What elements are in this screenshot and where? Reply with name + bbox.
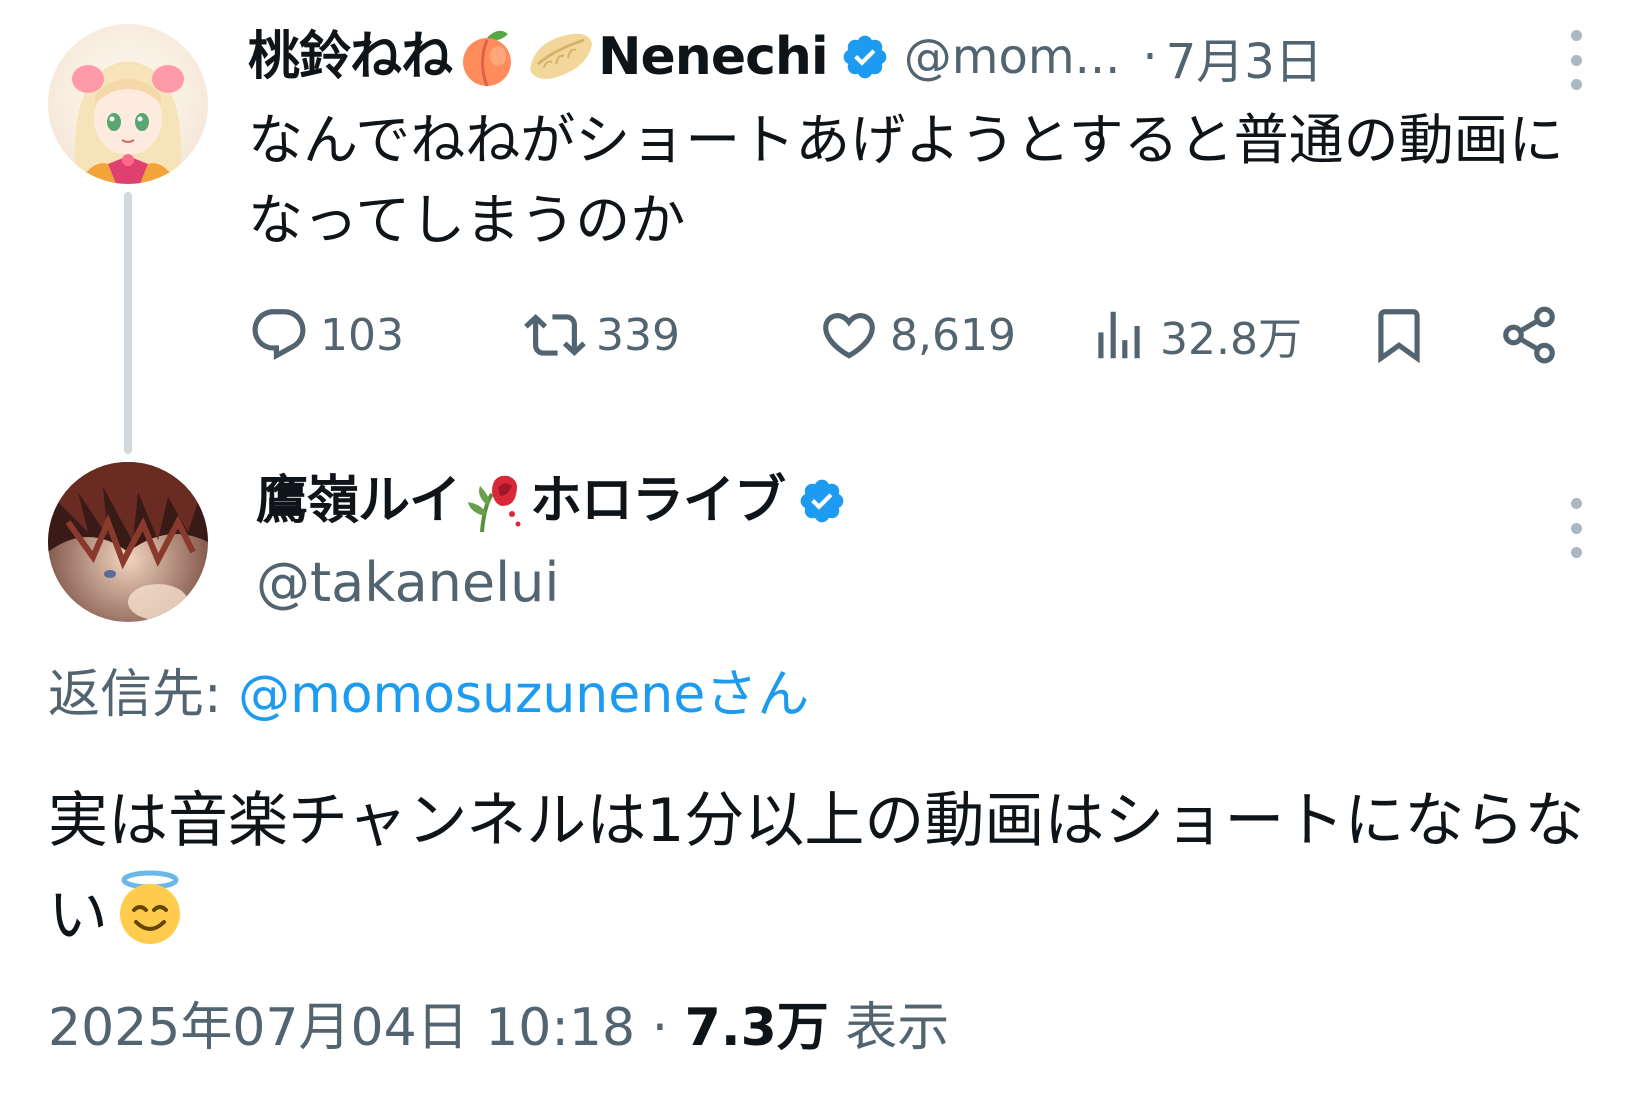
wilted-rose-emoji	[462, 466, 528, 536]
heart-icon	[818, 304, 880, 366]
peach-emoji	[454, 24, 520, 90]
tweet-thread: 桃鈴ねね Nenechi @mom... · 7月3日 なんでねねがショートあげ…	[0, 0, 1644, 1106]
retweet-button[interactable]: 339	[524, 300, 680, 370]
views-count: 32.8万	[1160, 314, 1302, 365]
tweet2-text-block: 実は音楽チャンネルは1分以上の動画はショートにならない	[48, 774, 1608, 963]
verified-badge-icon	[840, 32, 890, 82]
more-options-icon[interactable]	[1566, 498, 1586, 558]
avatar-takanelui[interactable]	[48, 462, 208, 622]
tweet1-handle[interactable]: @mom...	[904, 29, 1121, 85]
tweet1-date[interactable]: 7月3日	[1166, 22, 1323, 92]
tweet1-text: なんでねねがショートあげようとすると普通の動画になってしまうのか	[248, 108, 1564, 252]
avatar-nene[interactable]	[48, 24, 208, 184]
thread-connector-line	[124, 192, 132, 454]
retweet-count: 339	[596, 309, 680, 361]
reply-count: 103	[320, 309, 404, 361]
smiling-face-with-halo-emoji	[110, 868, 190, 948]
tweet2-display-name-suffix[interactable]: ホロライブ	[530, 466, 786, 536]
tweet2-text: 実は音楽チャンネルは1分以上の動画はショートにならない	[48, 786, 1585, 951]
tweet2-name-row: 鷹嶺ルイ ホロライブ	[256, 462, 847, 540]
tweet2-timestamp-row: 2025年07月04日 10:18 · 7.3万 表示	[48, 990, 949, 1066]
tweet1-action-bar: 103 339 8,619 32.8万	[248, 300, 1578, 370]
views-bar-chart-icon	[1088, 304, 1150, 366]
verified-badge-icon	[797, 476, 847, 526]
like-count: 8,619	[890, 309, 1016, 361]
views-button[interactable]: 32.8万	[1088, 300, 1302, 370]
reply-to-label: 返信先:	[48, 665, 239, 725]
reply-icon	[248, 304, 310, 366]
tweet1-display-name-suffix[interactable]: Nenechi	[598, 22, 829, 92]
timestamp-separator: ·	[635, 998, 685, 1058]
like-button[interactable]: 8,619	[818, 300, 1016, 370]
share-icon	[1498, 304, 1560, 366]
share-button[interactable]	[1498, 300, 1560, 370]
header-separator: ·	[1142, 29, 1158, 85]
retweet-icon	[524, 304, 586, 366]
tweet2-views-label: 表示	[828, 998, 950, 1058]
tweet1-display-name[interactable]: 桃鈴ねね	[248, 22, 453, 92]
reply-to-line: 返信先: @momosuzuneneさん	[48, 660, 809, 730]
bookmark-icon	[1368, 304, 1430, 366]
dumpling-emoji	[524, 24, 596, 90]
reply-to-mention-link[interactable]: @momosuzuneneさん	[238, 665, 809, 725]
more-options-icon[interactable]	[1566, 30, 1586, 90]
tweet2-display-name[interactable]: 鷹嶺ルイ	[256, 466, 461, 536]
reply-button[interactable]: 103	[248, 300, 404, 370]
tweet2-handle[interactable]: @takanelui	[256, 548, 559, 618]
bookmark-button[interactable]	[1368, 300, 1430, 370]
tweet2-timestamp[interactable]: 2025年07月04日 10:18	[48, 998, 635, 1058]
tweet2-views-value: 7.3万	[684, 998, 829, 1058]
tweet1-header: 桃鈴ねね Nenechi @mom... · 7月3日	[248, 22, 1598, 92]
